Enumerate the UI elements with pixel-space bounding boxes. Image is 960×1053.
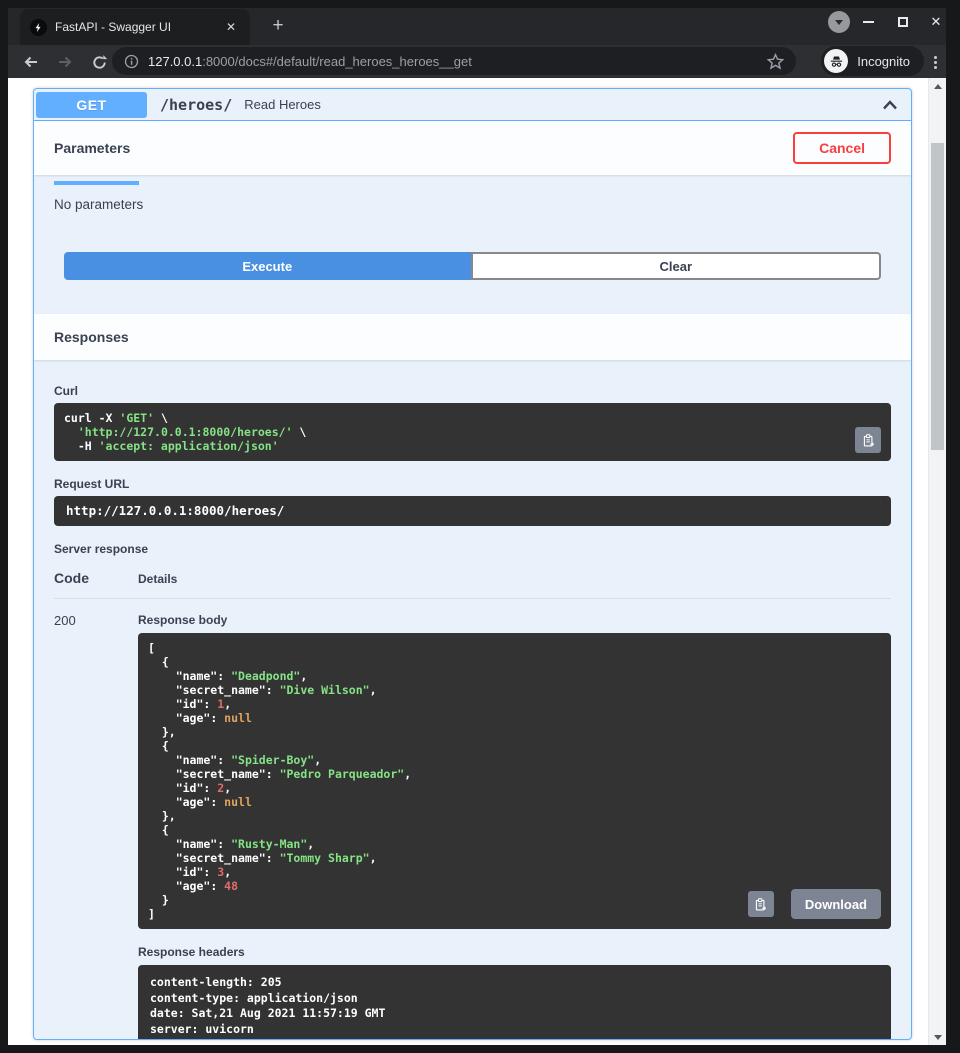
response-details: Response body [ { "name": "Deadpond", "s… <box>138 611 891 1040</box>
copy-response-button[interactable] <box>748 891 774 917</box>
back-button[interactable] <box>20 51 42 73</box>
window-titlebar: FastAPI - Swagger UI ✕ + ✕ <box>8 8 946 45</box>
scroll-down-button[interactable] <box>929 1030 946 1044</box>
execute-row: Execute Clear <box>34 212 911 314</box>
copy-curl-button[interactable] <box>855 427 881 453</box>
minimize-button[interactable] <box>860 14 876 30</box>
code-column-header: Code <box>54 570 138 586</box>
execute-button[interactable]: Execute <box>64 252 471 280</box>
server-response-label: Server response <box>54 542 891 556</box>
status-code: 200 <box>54 611 138 1040</box>
window-close-button[interactable]: ✕ <box>928 14 944 30</box>
no-parameters-text: No parameters <box>34 175 911 212</box>
window-menu-button[interactable] <box>828 11 850 33</box>
response-body-json: [ { "name": "Deadpond", "secret_name": "… <box>148 641 881 921</box>
parameters-header: Parameters Cancel <box>34 121 911 175</box>
endpoint-summary: Read Heroes <box>244 97 321 112</box>
page-viewport: GET /heroes/ Read Heroes Parameters Canc… <box>8 78 946 1045</box>
url-host: 127.0.0.1 <box>148 54 202 69</box>
clear-button[interactable]: Clear <box>471 252 882 280</box>
opblock-get-heroes: GET /heroes/ Read Heroes Parameters Canc… <box>33 88 912 1040</box>
request-url-value: http://127.0.0.1:8000/heroes/ <box>66 504 879 518</box>
response-row-200: 200 Response body [ { "name": "Deadpond"… <box>54 599 891 1040</box>
parameters-title: Parameters <box>54 140 139 156</box>
minimize-icon <box>863 21 874 23</box>
reload-button[interactable] <box>88 51 110 73</box>
tab-parameters[interactable]: Parameters <box>54 121 139 175</box>
response-headers-text: content-length: 205 content-type: applic… <box>150 975 879 1037</box>
scroll-up-button[interactable] <box>929 79 946 93</box>
scrollbar-thumb[interactable] <box>931 143 944 450</box>
incognito-label: Incognito <box>857 54 910 69</box>
triangle-up-icon <box>934 84 942 89</box>
curl-command: curl -X 'GET' \ 'http://127.0.0.1:8000/h… <box>64 411 847 453</box>
new-tab-button[interactable]: + <box>266 14 290 38</box>
incognito-badge: Incognito <box>821 46 924 76</box>
browser-tab[interactable]: FastAPI - Swagger UI ✕ <box>20 9 250 45</box>
response-headers-label: Response headers <box>138 945 891 959</box>
response-body-buttons: Download <box>748 889 881 919</box>
opblock-summary[interactable]: GET /heroes/ Read Heroes <box>34 89 911 121</box>
chevron-up-icon <box>880 95 900 115</box>
clipboard-icon <box>861 433 876 448</box>
page-scrollbar[interactable] <box>928 78 946 1045</box>
response-body-label: Response body <box>138 613 891 627</box>
forward-icon <box>56 53 74 71</box>
curl-label: Curl <box>54 384 891 398</box>
browser-menu-button[interactable] <box>926 52 944 72</box>
swagger-content: GET /heroes/ Read Heroes Parameters Canc… <box>8 78 928 1045</box>
active-tab-indicator <box>54 181 139 185</box>
responses-title: Responses <box>54 329 129 345</box>
collapse-button[interactable] <box>879 94 901 116</box>
url-bar[interactable]: 127.0.0.1:8000/docs#/default/read_heroes… <box>112 47 796 75</box>
response-table-header: Code Details <box>54 570 891 586</box>
bookmark-star-icon[interactable] <box>767 53 784 70</box>
responses-header: Responses <box>34 314 911 360</box>
request-url-block: http://127.0.0.1:8000/heroes/ <box>54 496 891 526</box>
response-headers-block: content-length: 205 content-type: applic… <box>138 965 891 1040</box>
reload-icon <box>91 54 108 71</box>
tab-close-icon[interactable]: ✕ <box>222 18 240 36</box>
back-icon <box>22 53 40 71</box>
cancel-button[interactable]: Cancel <box>793 132 891 164</box>
curl-block: curl -X 'GET' \ 'http://127.0.0.1:8000/h… <box>54 403 891 461</box>
browser-toolbar: 127.0.0.1:8000/docs#/default/read_heroes… <box>8 45 946 78</box>
maximize-icon <box>898 17 908 27</box>
download-button[interactable]: Download <box>791 889 881 919</box>
details-column-header: Details <box>138 572 177 586</box>
fastapi-logo-icon <box>30 19 47 36</box>
request-url-label: Request URL <box>54 477 891 491</box>
method-badge: GET <box>36 92 147 118</box>
endpoint-path: /heroes/ <box>160 96 232 114</box>
triangle-down-icon <box>934 1035 942 1040</box>
url-path: :8000/docs#/default/read_heroes_heroes__… <box>202 54 472 69</box>
maximize-button[interactable] <box>895 14 911 30</box>
response-body-block: [ { "name": "Deadpond", "secret_name": "… <box>138 633 891 929</box>
clipboard-icon <box>753 897 768 912</box>
incognito-icon <box>824 49 848 73</box>
responses-area: Curl curl -X 'GET' \ 'http://127.0.0.1:8… <box>34 360 911 1040</box>
forward-button[interactable] <box>54 51 76 73</box>
info-icon[interactable] <box>124 54 139 69</box>
chevron-down-icon <box>835 20 843 25</box>
tab-title: FastAPI - Swagger UI <box>55 20 222 34</box>
url-text[interactable]: 127.0.0.1:8000/docs#/default/read_heroes… <box>148 54 767 69</box>
